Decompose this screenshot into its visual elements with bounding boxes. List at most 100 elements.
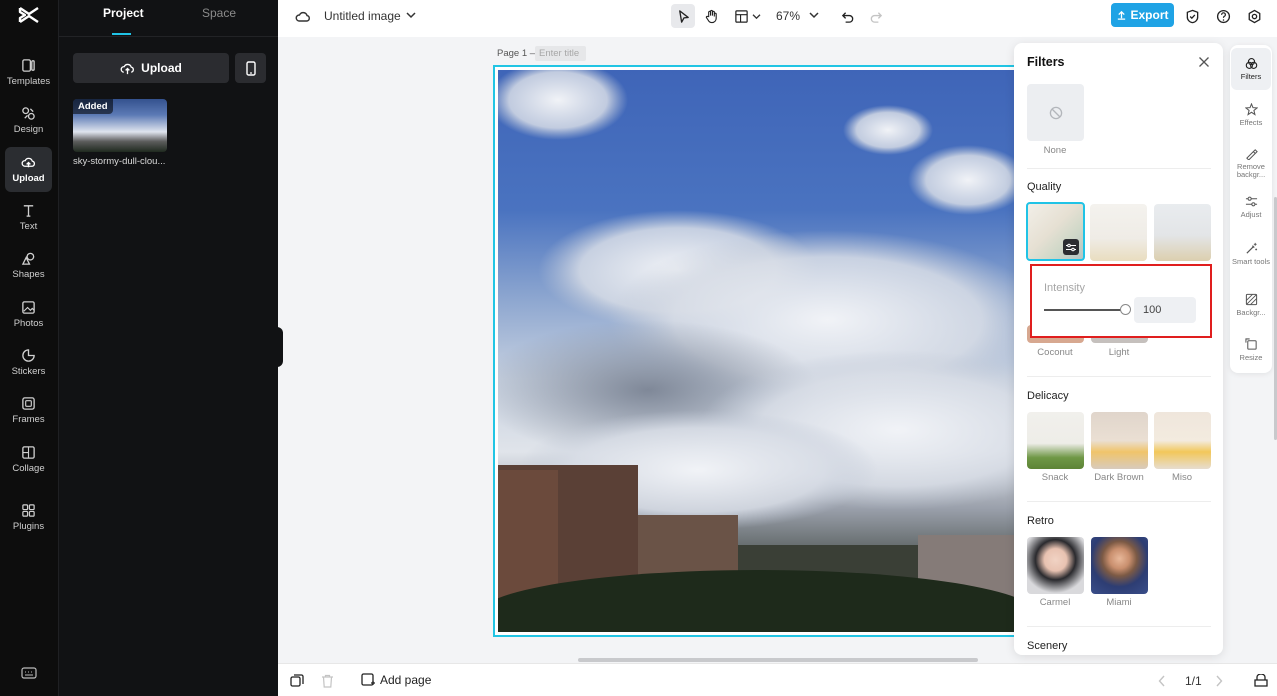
rail-item-shapes[interactable]: Shapes [5, 243, 52, 288]
capcut-logo-icon[interactable] [17, 4, 41, 26]
section-retro: Retro [1027, 515, 1054, 527]
rail-item-background[interactable]: Backgr... [1231, 284, 1271, 326]
filter-none[interactable] [1027, 84, 1084, 141]
undo-icon [841, 11, 853, 23]
settings-button[interactable] [1244, 4, 1264, 28]
filter-light-label: Light [1108, 347, 1130, 358]
mobile-upload-button[interactable] [235, 53, 266, 83]
panel-tabs: Project Space [59, 0, 279, 37]
resize-icon [1244, 338, 1257, 350]
rail-item-label: Shapes [12, 269, 45, 280]
divider [1027, 168, 1211, 169]
layout-tool-button[interactable] [731, 4, 763, 28]
filter-snack[interactable] [1027, 412, 1084, 469]
rail-item-filters[interactable]: Filters [1231, 48, 1271, 90]
filter-quality-3[interactable] [1154, 204, 1211, 261]
rail-item-design[interactable]: Design [5, 98, 52, 143]
intensity-slider-thumb[interactable] [1120, 304, 1131, 315]
rail-item-label: Text [19, 221, 38, 232]
hand-tool-button[interactable] [699, 4, 723, 28]
filter-dark-brown[interactable] [1091, 412, 1148, 469]
add-page-button[interactable]: Add page [361, 673, 431, 687]
next-page-icon[interactable] [1215, 675, 1223, 687]
upload-button[interactable]: Upload [73, 53, 229, 83]
shapes-icon [21, 252, 35, 265]
export-button[interactable]: Export [1111, 3, 1174, 27]
shield-button[interactable] [1182, 4, 1202, 28]
rail-item-collage[interactable]: Collage [5, 437, 52, 482]
rail-item-label: Resize [1239, 352, 1263, 362]
rail-item-effects[interactable]: Effects [1231, 94, 1271, 136]
undo-button[interactable] [836, 4, 858, 28]
section-scenery: Scenery [1027, 640, 1068, 652]
filter-quality-1[interactable] [1026, 202, 1085, 261]
design-icon [22, 107, 35, 120]
export-arrow-icon [1118, 10, 1126, 20]
tab-project[interactable]: Project [103, 6, 144, 20]
frames-icon [22, 397, 35, 410]
page-title-input[interactable]: Enter title [535, 46, 586, 61]
rail-item-label: Plugins [12, 521, 45, 532]
added-badge: Added [73, 99, 113, 114]
rail-item-upload[interactable]: Upload [5, 147, 52, 192]
asset-thumbnail[interactable]: Added [73, 99, 167, 152]
top-bar: Untitled image 67% Export [278, 0, 1277, 37]
rail-item-adjust[interactable]: Adjust [1231, 186, 1271, 228]
rail-item-plugins[interactable]: Plugins [5, 495, 52, 540]
filter-settings-badge[interactable] [1063, 239, 1079, 255]
bottom-bar: Add page 1/1 [278, 663, 1277, 696]
filter-quality-2[interactable] [1090, 204, 1147, 261]
rail-item-label: Remove backgr... [1236, 161, 1266, 179]
rail-item-resize[interactable]: Resize [1231, 329, 1271, 371]
sky-photo[interactable] [498, 70, 1036, 632]
rail-item-label: Backgr... [1236, 307, 1266, 317]
no-filter-icon [1049, 106, 1062, 119]
rail-item-label: Stickers [11, 366, 46, 377]
rail-item-frames[interactable]: Frames [5, 388, 52, 433]
export-label: Export [1130, 8, 1169, 22]
layers-icon[interactable] [1254, 674, 1268, 687]
page-counter: 1/1 [1185, 674, 1202, 688]
rail-item-templates[interactable]: Templates [5, 50, 52, 95]
intensity-slider-track[interactable] [1044, 309, 1126, 311]
tab-space[interactable]: Space [202, 6, 236, 20]
filter-carmel[interactable] [1027, 537, 1084, 594]
filter-carmel-label: Carmel [1039, 597, 1071, 608]
upload-cloud-icon [21, 157, 36, 168]
canvas-page[interactable] [493, 65, 1038, 637]
filter-miso-label: Miso [1171, 472, 1193, 483]
close-icon[interactable] [1198, 56, 1210, 68]
redo-button[interactable] [865, 4, 887, 28]
panel-collapse-handle[interactable] [276, 327, 283, 367]
intensity-value-input[interactable]: 100 [1134, 297, 1196, 323]
prev-page-icon[interactable] [1158, 675, 1166, 687]
rail-item-label: Frames [12, 414, 45, 425]
page-label: Page 1 – [497, 48, 536, 59]
chevron-down-icon[interactable] [406, 11, 416, 19]
divider [1027, 376, 1211, 377]
rail-item-photos[interactable]: Photos [5, 292, 52, 337]
horizontal-scrollbar[interactable] [578, 658, 978, 662]
rail-item-stickers[interactable]: Stickers [5, 340, 52, 385]
select-tool-button[interactable] [671, 4, 695, 28]
rail-item-text[interactable]: Text [5, 195, 52, 240]
filter-miami[interactable] [1091, 537, 1148, 594]
phone-icon [245, 60, 256, 76]
duplicate-page-icon[interactable] [290, 674, 304, 688]
zoom-level[interactable]: 67% [776, 9, 800, 23]
rail-item-smart-tools[interactable]: Smart tools [1231, 233, 1271, 275]
document-title[interactable]: Untitled image [324, 9, 401, 23]
keyboard-shortcuts-icon[interactable] [21, 667, 37, 679]
sliders-icon [1066, 243, 1076, 251]
zoom-chevron-down-icon[interactable] [809, 11, 819, 19]
rail-item-label: Templates [6, 76, 51, 87]
help-button[interactable] [1213, 4, 1233, 28]
cloud-sync-icon[interactable] [295, 9, 311, 23]
filter-miso[interactable] [1154, 412, 1211, 469]
rail-item-label: Upload [12, 173, 45, 184]
rail-item-label: Smart tools [1232, 256, 1270, 266]
rail-item-remove-background[interactable]: Remove backgr... [1231, 142, 1271, 184]
delete-page-icon[interactable] [321, 674, 334, 688]
upload-cloud-icon [120, 63, 135, 74]
divider [1027, 626, 1211, 627]
